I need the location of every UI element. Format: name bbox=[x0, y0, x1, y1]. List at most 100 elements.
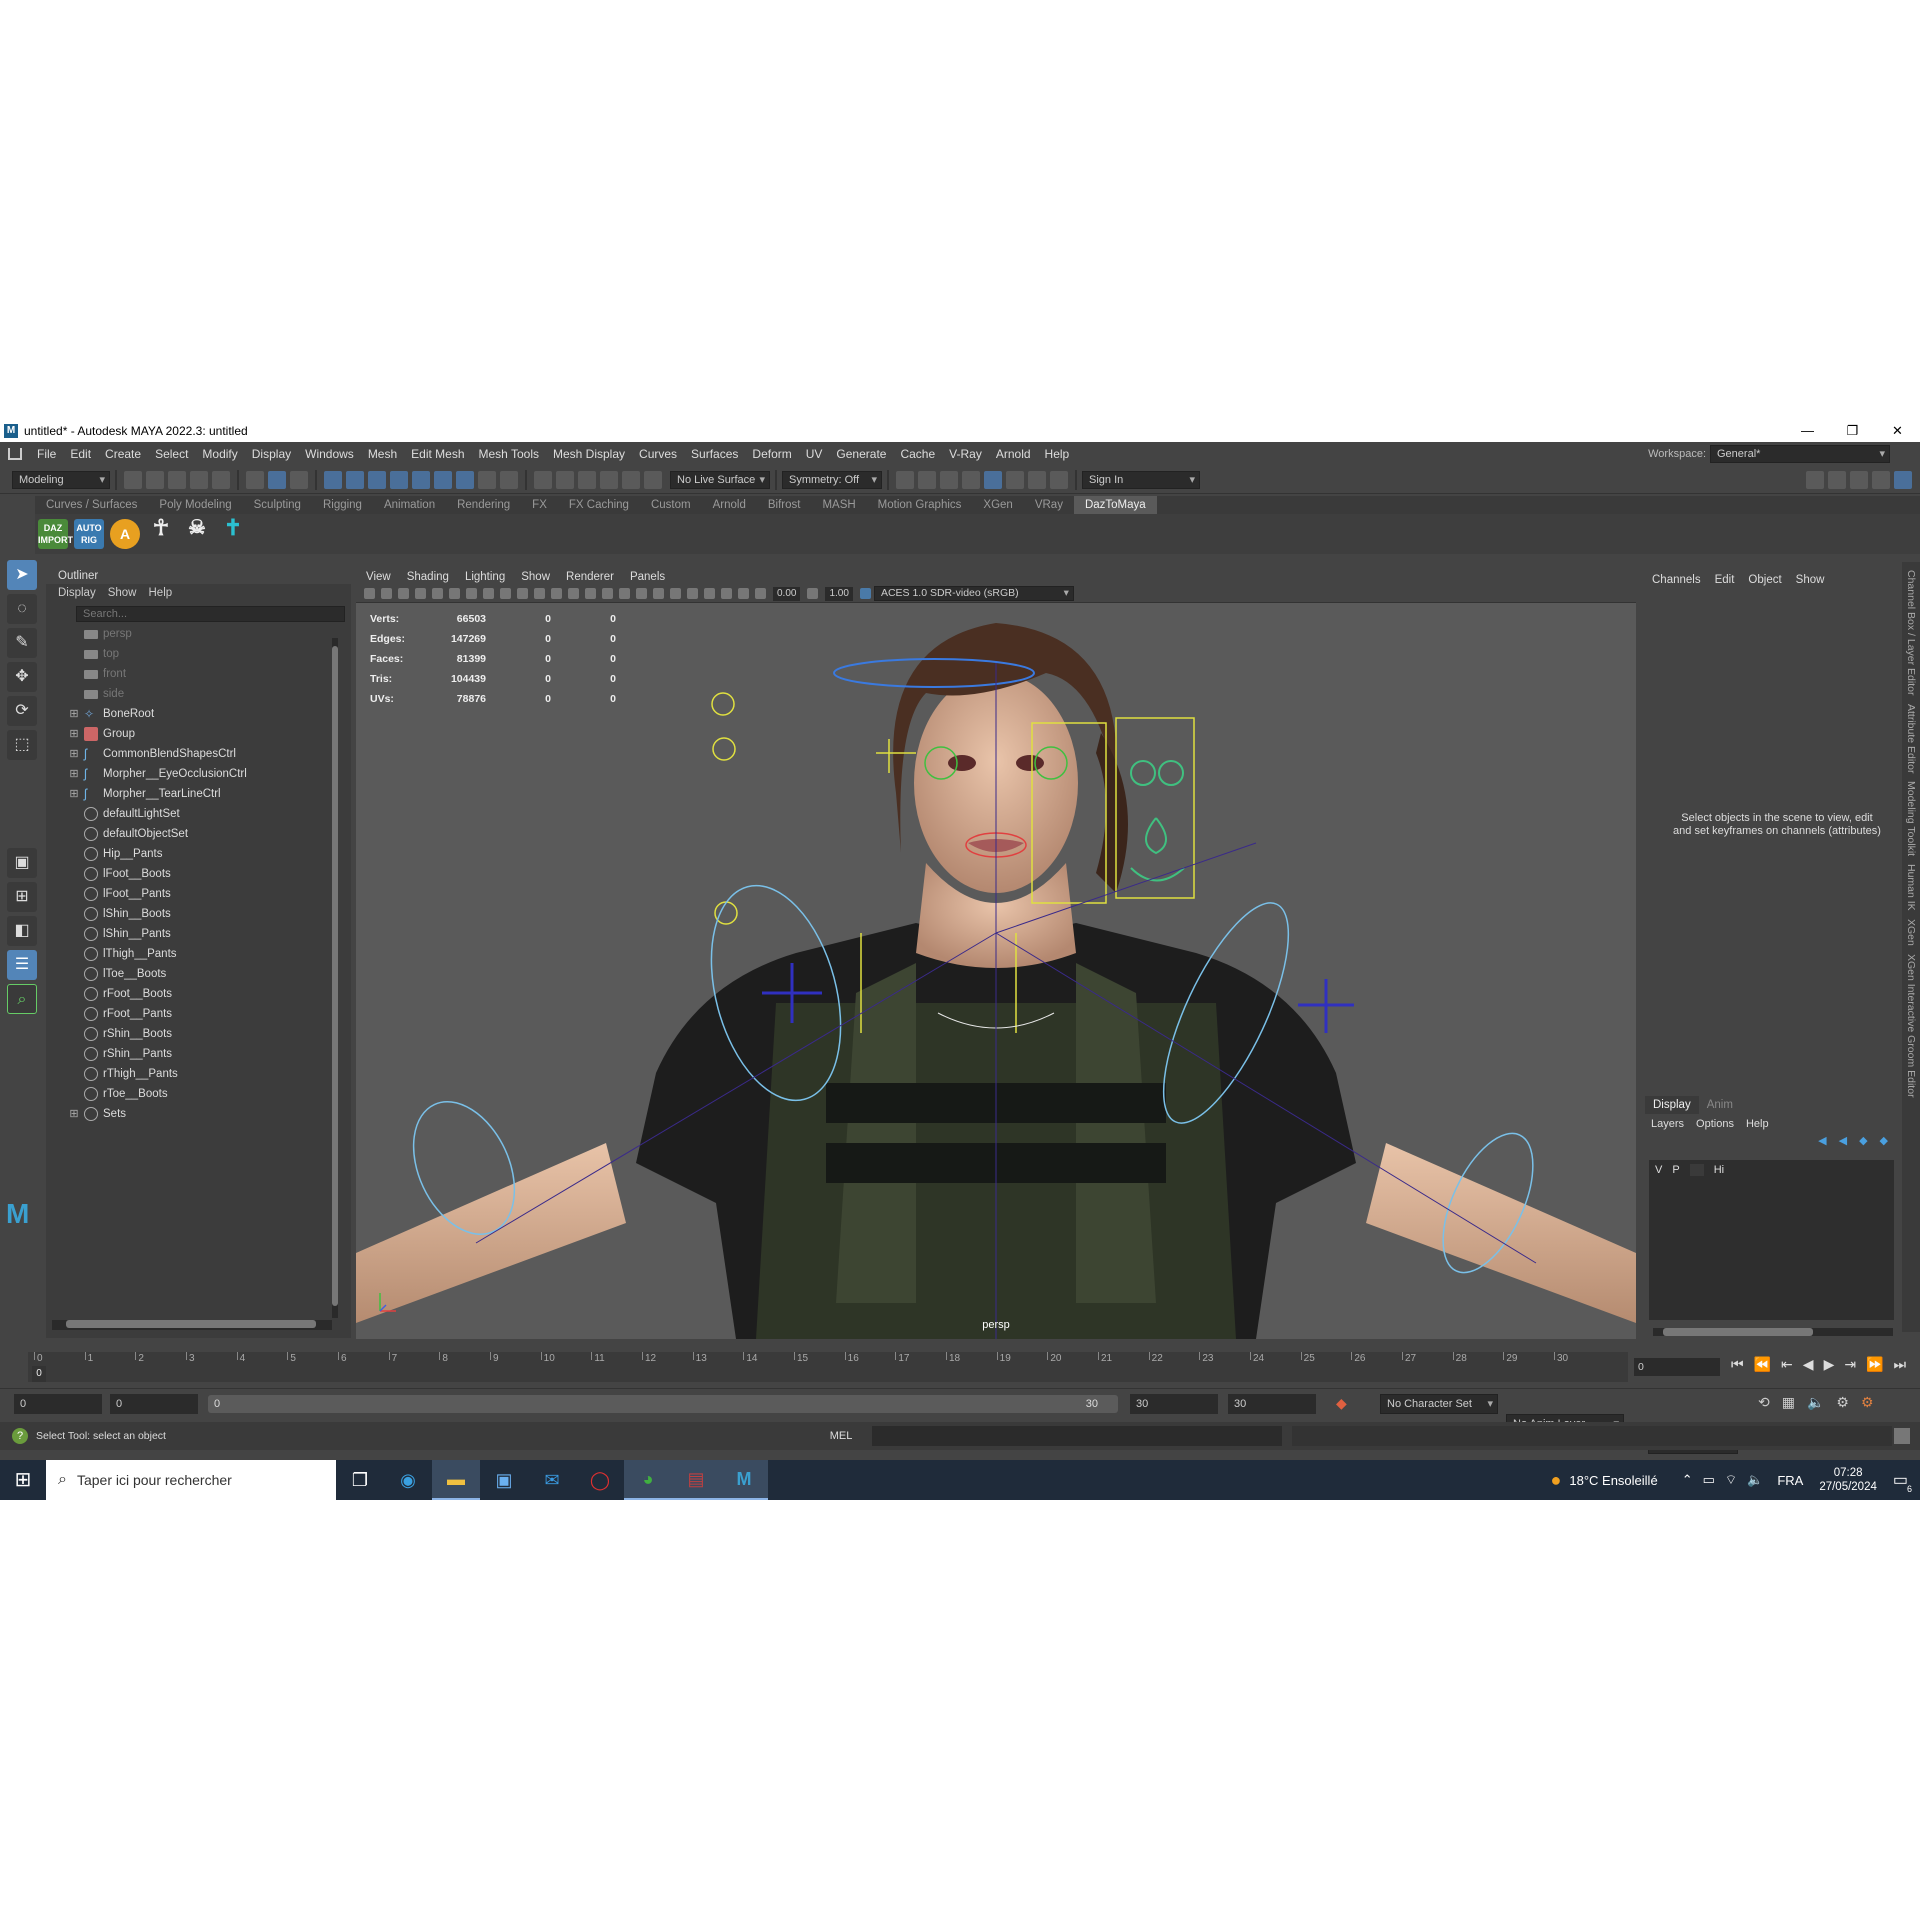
resolution-gate-icon[interactable] bbox=[466, 588, 477, 599]
mask-surface-icon[interactable] bbox=[434, 470, 452, 489]
safe-action-icon[interactable] bbox=[517, 588, 528, 599]
outliner-scrollbar[interactable] bbox=[332, 638, 338, 1318]
menu-uv[interactable]: UV bbox=[799, 447, 830, 461]
shelf-tab-poly-modeling[interactable]: Poly Modeling bbox=[148, 496, 242, 514]
mail-icon[interactable]: ✉ bbox=[528, 1460, 576, 1500]
shelf-tab-sculpting[interactable]: Sculpting bbox=[243, 496, 312, 514]
motion-blur-icon[interactable] bbox=[653, 588, 664, 599]
go-to-end-icon[interactable]: ⏭ bbox=[1894, 1356, 1907, 1373]
volume-icon[interactable]: 🔈 bbox=[1747, 1472, 1763, 1488]
screen-space-ao-icon[interactable] bbox=[636, 588, 647, 599]
playback-settings-icon[interactable]: ⚙ bbox=[1836, 1394, 1849, 1411]
new-layer-icon[interactable]: ◆ bbox=[1859, 1134, 1867, 1147]
outliner-item[interactable]: lShin__Boots bbox=[46, 904, 351, 924]
move-layer-down-icon[interactable]: ◀ bbox=[1839, 1134, 1847, 1147]
snap-point-icon[interactable] bbox=[578, 470, 596, 489]
save-scene-icon[interactable] bbox=[168, 470, 186, 489]
render-current-icon[interactable] bbox=[918, 470, 936, 489]
outliner-item[interactable]: top bbox=[46, 644, 351, 664]
menu-modify[interactable]: Modify bbox=[195, 447, 244, 461]
layer-visible-toggle[interactable]: V bbox=[1655, 1164, 1662, 1176]
layer-playback-toggle[interactable]: P bbox=[1672, 1164, 1679, 1176]
shadows-icon[interactable] bbox=[619, 588, 630, 599]
time-slider[interactable]: 0 1 2 3 4 5 6 7 8 9 10 11 12 13 14 15 16 17 18 19 20 21 22 23 24… bbox=[0, 1350, 1920, 1386]
outliner-item[interactable]: lThigh__Pants bbox=[46, 944, 351, 964]
side-tab-xgen[interactable]: XGen bbox=[1902, 919, 1920, 946]
maya-taskbar-icon[interactable]: M bbox=[720, 1460, 768, 1500]
menu-cache[interactable]: Cache bbox=[893, 447, 942, 461]
film-gate-icon[interactable] bbox=[449, 588, 460, 599]
shelf-tab-motion-graphics[interactable]: Motion Graphics bbox=[867, 496, 973, 514]
xray-icon[interactable] bbox=[721, 588, 732, 599]
layer-color-swatch[interactable] bbox=[1689, 1164, 1704, 1176]
layer-name[interactable]: Hi bbox=[1714, 1164, 1724, 1176]
script-language-label[interactable]: MEL bbox=[816, 1430, 866, 1442]
pause-icon[interactable] bbox=[1050, 470, 1068, 489]
daz-import-button[interactable]: DAZ IMPORT bbox=[38, 519, 73, 549]
modeling-toolkit-toggle-icon[interactable] bbox=[1806, 470, 1824, 489]
mask-misc-icon[interactable] bbox=[456, 470, 474, 489]
outliner-hscrollbar[interactable] bbox=[52, 1320, 332, 1330]
outliner-item[interactable]: rFoot__Pants bbox=[46, 1004, 351, 1024]
menu-mesh-tools[interactable]: Mesh Tools bbox=[472, 447, 546, 461]
select-hierarchy-icon[interactable] bbox=[246, 470, 264, 489]
file-explorer-icon[interactable]: ▬ bbox=[432, 1460, 480, 1500]
weather-text[interactable]: 18°C Ensoleillé bbox=[1569, 1473, 1657, 1488]
two-view-icon[interactable]: ◧ bbox=[7, 916, 37, 946]
menu-v-ray[interactable]: V-Ray bbox=[942, 447, 989, 461]
outliner-menu-show[interactable]: Show bbox=[108, 587, 137, 599]
tool-settings-toggle-icon[interactable] bbox=[1872, 470, 1890, 489]
shelf-tab-xgen[interactable]: XGen bbox=[972, 496, 1023, 514]
wireframe-icon[interactable] bbox=[534, 588, 545, 599]
colorspace-dropdown[interactable]: ACES 1.0 SDR-video (sRGB) bbox=[873, 586, 1074, 601]
lasso-tool-icon[interactable]: ◌ bbox=[7, 594, 37, 624]
animation-prefs-icon[interactable]: ⚙ bbox=[1861, 1394, 1874, 1411]
shelf-tab-custom[interactable]: Custom bbox=[640, 496, 702, 514]
viewport-menu-show[interactable]: Show bbox=[521, 571, 550, 583]
home-icon[interactable] bbox=[8, 448, 22, 460]
human-ik-toggle-icon[interactable] bbox=[1828, 470, 1846, 489]
channel-box-menu-channels[interactable]: Channels bbox=[1652, 574, 1701, 586]
time-ruler[interactable]: 0 1 2 3 4 5 6 7 8 9 10 11 12 13 14 15 16 17 18 19 20 21 22 23 24… bbox=[28, 1352, 1628, 1382]
shelf-tab-animation[interactable]: Animation bbox=[373, 496, 446, 514]
winrar-icon[interactable]: ▤ bbox=[672, 1460, 720, 1500]
undo-icon[interactable] bbox=[190, 470, 208, 489]
scene-view[interactable] bbox=[356, 603, 1636, 1339]
menu-deform[interactable]: Deform bbox=[745, 447, 798, 461]
device-icon[interactable]: ▭ bbox=[1703, 1472, 1715, 1488]
mask-vertex-icon[interactable] bbox=[324, 470, 342, 489]
outliner-item[interactable]: Hip__Pants bbox=[46, 844, 351, 864]
expand-icon[interactable]: ⊞ bbox=[68, 729, 80, 740]
new-scene-icon[interactable] bbox=[124, 470, 142, 489]
expand-icon[interactable]: ⊞ bbox=[68, 769, 80, 780]
close-button[interactable]: ✕ bbox=[1875, 423, 1920, 439]
play-backwards-icon[interactable]: ◀ bbox=[1803, 1356, 1814, 1373]
shelf-tab-rigging[interactable]: Rigging bbox=[312, 496, 373, 514]
chrome-icon[interactable]: ◕ bbox=[624, 1460, 672, 1500]
mask-edge-icon[interactable] bbox=[346, 470, 364, 489]
rotate-tool-icon[interactable]: ⟳ bbox=[7, 696, 37, 726]
open-scene-icon[interactable] bbox=[146, 470, 164, 489]
select-component-icon[interactable] bbox=[290, 470, 308, 489]
current-frame-field[interactable]: 0 bbox=[1634, 1358, 1720, 1376]
depth-of-field-icon[interactable] bbox=[687, 588, 698, 599]
minimize-button[interactable]: — bbox=[1785, 423, 1830, 439]
layer-menu-layers[interactable]: Layers bbox=[1651, 1118, 1684, 1130]
single-view-icon[interactable]: ▣ bbox=[7, 848, 37, 878]
skull-icon[interactable]: ☠ bbox=[182, 518, 212, 549]
menuset-dropdown[interactable]: Modeling bbox=[12, 470, 110, 489]
opera-icon[interactable]: ◯ bbox=[576, 1460, 624, 1500]
outliner-item[interactable]: ⊞ Group bbox=[46, 724, 351, 744]
outliner-menu-display[interactable]: Display bbox=[58, 587, 96, 599]
cache-icon[interactable]: ▦ bbox=[1782, 1394, 1795, 1411]
playback-end-field[interactable]: 30 bbox=[1130, 1394, 1218, 1414]
menu-file[interactable]: File bbox=[30, 447, 63, 461]
outliner-item[interactable]: rToe__Boots bbox=[46, 1084, 351, 1104]
render-settings-icon[interactable] bbox=[962, 470, 980, 489]
side-tab-channel-box-layer-editor[interactable]: Channel Box / Layer Editor bbox=[1902, 570, 1920, 696]
image-plane-icon[interactable] bbox=[415, 588, 426, 599]
viewport-panel[interactable]: View Shading Lighting Show Renderer Panels bbox=[356, 569, 1636, 1339]
outliner-item[interactable]: ⊞ ʃ Morpher__TearLineCtrl bbox=[46, 784, 351, 804]
exposure-field[interactable]: 0.00 bbox=[773, 586, 801, 601]
smooth-shade-icon[interactable] bbox=[551, 588, 562, 599]
